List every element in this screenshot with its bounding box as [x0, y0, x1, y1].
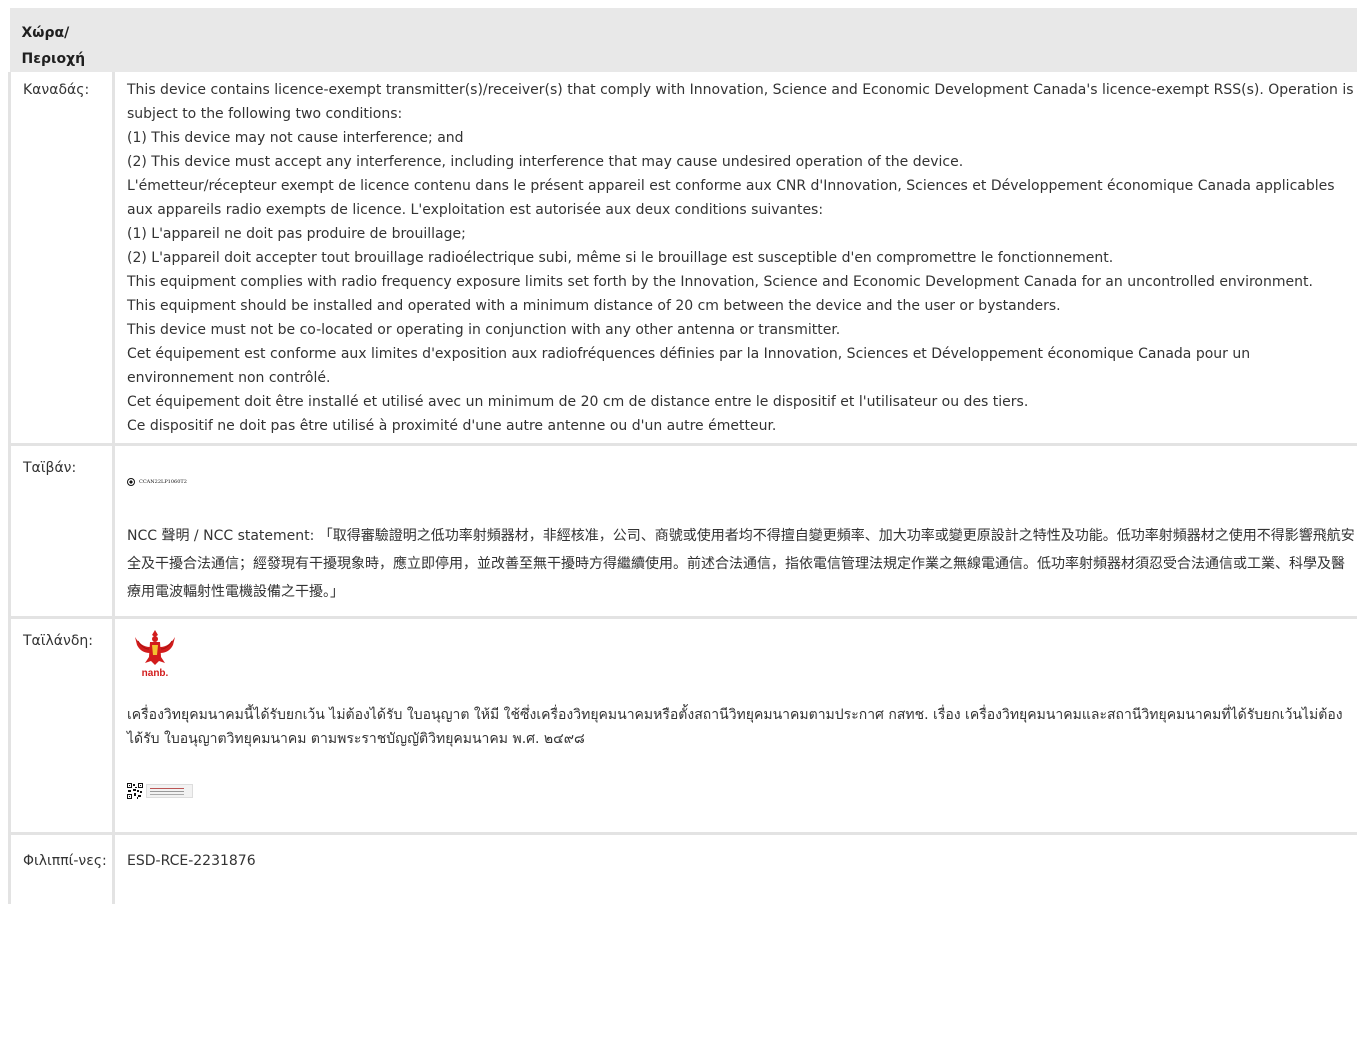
canada-line: This equipment should be installed and o…	[127, 298, 1061, 314]
table-row-canada: Καναδάς: This device contains licence-ex…	[8, 72, 1357, 446]
canada-line: L'émetteur/récepteur exempt de licence c…	[127, 178, 1335, 218]
country-philippines: Φιλιππί-νες:	[8, 833, 115, 904]
table-row-thailand: Ταϊλάνδη: nanb. เครื่องวิทยุคมนาคมนี้ได้…	[8, 617, 1357, 835]
canada-line: This device must not be co-located or op…	[127, 322, 841, 338]
canada-line: Cet équipement est conforme aux limites …	[127, 346, 1251, 386]
ncc-seal-icon	[127, 478, 135, 486]
nbtc-logo-text: nanb.	[142, 668, 169, 679]
taiwan-content: CCAN22LP1060T2 NCC 聲明 / NCC statement: 「…	[113, 444, 1357, 619]
country-canada: Καναδάς:	[8, 72, 115, 446]
thailand-content: nanb. เครื่องวิทยุคมนาคมนี้ได้รับยกเว้น …	[113, 617, 1357, 835]
philippines-value: ESD-RCE-2231876	[127, 853, 256, 869]
canada-line: This equipment complies with radio frequ…	[127, 274, 1313, 290]
qr-code-icon	[127, 783, 143, 799]
thai-statement: เครื่องวิทยุคมนาคมนี้ได้รับยกเว้น ไม่ต้อ…	[127, 707, 1343, 747]
nbtc-label	[127, 783, 1357, 799]
ncc-code: CCAN22LP1060T2	[139, 479, 187, 485]
table-row-taiwan: Ταϊβάν: CCAN22LP1060T2 NCC 聲明 / NCC stat…	[8, 444, 1357, 619]
canada-line: (2) This device must accept any interfer…	[127, 154, 964, 170]
canada-line: Ce dispositif ne doit pas être utilisé à…	[127, 418, 777, 434]
canada-line: This device contains licence-exempt tran…	[127, 82, 1354, 122]
ncc-statement: NCC 聲明 / NCC statement: 「取得審驗證明之低功率射頻器材，…	[127, 528, 1355, 600]
canada-line: (1) This device may not cause interferen…	[127, 130, 464, 146]
canada-line: Cet équipement doit être installé et uti…	[127, 394, 1029, 410]
header-blank-cell	[113, 8, 1357, 72]
regulatory-page: Χώρα/ Περιοχή Καναδάς: This device conta…	[0, 0, 1357, 1061]
canada-line: (2) L'appareil doit accepter tout brouil…	[127, 250, 1114, 266]
table-row-philippines: Φιλιππί-νες: ESD-RCE-2231876	[8, 833, 1357, 904]
garuda-emblem-icon: nanb.	[135, 630, 175, 679]
country-taiwan: Ταϊβάν:	[8, 444, 115, 619]
country-thailand: Ταϊλάνδη:	[8, 617, 115, 835]
table-header-row: Χώρα/ Περιοχή	[9, 8, 1357, 72]
nbtc-certificate-label	[146, 784, 193, 798]
country-region-header-text: Χώρα/ Περιοχή	[21, 25, 86, 67]
ncc-label: CCAN22LP1060T2	[127, 476, 1357, 488]
regulatory-table: Χώρα/ Περιοχή Καναδάς: This device conta…	[8, 8, 1357, 904]
country-region-header: Χώρα/ Περιοχή	[9, 8, 114, 72]
canada-content: This device contains licence-exempt tran…	[113, 72, 1357, 446]
canada-line: (1) L'appareil ne doit pas produire de b…	[127, 226, 466, 242]
